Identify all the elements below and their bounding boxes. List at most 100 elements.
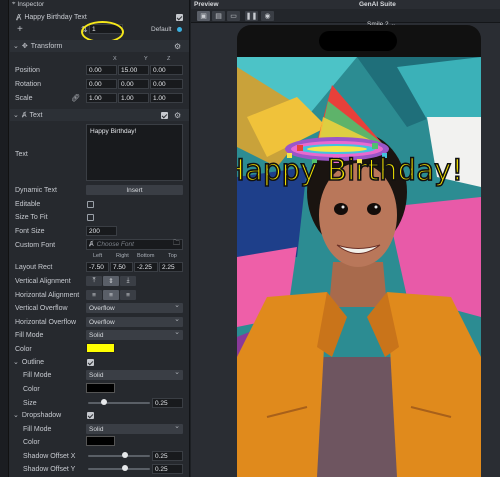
text-value-area[interactable]: Happy Birthday! <box>86 124 183 181</box>
vertical-overflow-label: Vertical Overflow <box>15 304 68 312</box>
folder-icon[interactable]: 🗀︎ <box>173 239 180 250</box>
fill-mode-label: Fill Mode <box>15 331 44 339</box>
rotation-z-input[interactable]: 0.00 <box>150 79 183 89</box>
font-icon: Ⱥ <box>89 241 94 248</box>
text-component-icon: Ⱥ <box>21 111 27 119</box>
camera-scene: Happy Birthday! <box>237 57 481 477</box>
layout-rect-label: Layout Rect <box>15 263 53 271</box>
vertical-overflow-select[interactable]: Overflow <box>86 301 183 313</box>
axis-z-label: Z <box>167 56 171 62</box>
chevron-down-icon[interactable]: ⌄ <box>13 111 19 119</box>
settings-icon[interactable]: ⚙ <box>174 111 181 120</box>
shadow-offset-x-label: Shadow Offset X <box>23 452 76 460</box>
editable-label: Editable <box>15 200 41 208</box>
insert-button[interactable]: Insert <box>86 185 183 195</box>
color-swatch[interactable] <box>86 343 115 353</box>
dropshadow-fill-mode-select[interactable]: Solid <box>86 422 183 434</box>
text-title: Text <box>29 111 43 119</box>
object-name[interactable]: Happy Birthday Text <box>24 14 87 21</box>
rect-bottom-input[interactable]: -2.25 <box>134 262 158 272</box>
outline-size-input[interactable]: 0.25 <box>152 398 183 408</box>
text-header[interactable]: ⌄ Ⱥ Text ⚙ <box>10 109 189 121</box>
rect-right-input[interactable]: 7.50 <box>110 262 133 272</box>
chevron-down-icon[interactable]: ⌄ <box>13 42 19 50</box>
axis-y-label: Y <box>144 56 148 62</box>
fill-mode-select[interactable]: Solid <box>86 328 183 340</box>
phone-notch <box>319 31 397 51</box>
position-y-input[interactable]: 15.00 <box>118 65 149 75</box>
scale-y-input[interactable]: 1.00 <box>118 93 149 103</box>
inspector-icon: ⌖ <box>12 0 16 7</box>
chevron-down-icon[interactable]: ⌄ <box>13 358 19 366</box>
preview-title: Preview <box>194 1 219 8</box>
preview-toolbar: ▣ ▤ ▭ ❚❚ ◉ Smile 2 ⌄ <box>191 9 500 28</box>
screen-share-button[interactable]: ▭ <box>227 11 240 21</box>
preview-panel: Preview GenAI Suite ▣ ▤ ▭ ❚❚ ◉ Smile 2 ⌄ <box>191 0 500 477</box>
editable-checkbox[interactable] <box>87 200 94 208</box>
outline-color-swatch[interactable] <box>86 383 115 393</box>
align-top-button[interactable]: ⤒ <box>86 276 102 286</box>
scene-illustration <box>237 57 481 477</box>
scale-z-input[interactable]: 1.00 <box>150 93 183 103</box>
dropshadow-checkbox[interactable] <box>87 411 94 419</box>
camera-view-button[interactable]: ▣ <box>197 11 210 21</box>
outline-fill-mode-label: Fill Mode <box>23 371 52 379</box>
editable-row: Editable <box>10 198 189 210</box>
scale-x-input[interactable]: 1.00 <box>86 93 117 103</box>
preview-mode-button[interactable]: ▤ <box>212 11 225 21</box>
dropshadow-color-swatch[interactable] <box>86 436 115 446</box>
align-middle-button[interactable]: ⇕ <box>103 276 119 286</box>
outline-fill-mode-select[interactable]: Solid <box>86 368 183 380</box>
shadow-offset-y-thumb[interactable] <box>122 465 128 471</box>
visibility-eye-button[interactable]: ◉ <box>261 11 274 21</box>
rect-bottom-header: Bottom <box>137 253 155 259</box>
align-center-button[interactable]: ≡ <box>103 290 119 300</box>
size-to-fit-label: Size To Fit <box>15 213 48 221</box>
phone-preview[interactable]: Happy Birthday! <box>237 25 481 477</box>
rect-left-input[interactable]: -7.50 <box>86 262 109 272</box>
shadow-offset-y-track[interactable] <box>88 468 150 470</box>
transform-header[interactable]: ⌄ ✥ Transform ⚙ <box>10 40 189 52</box>
horizontal-overflow-select[interactable]: Overflow <box>86 315 183 327</box>
outline-size-track[interactable] <box>88 402 150 404</box>
rotation-y-input[interactable]: 0.00 <box>118 79 149 89</box>
horizontal-alignment-label: Horizontal Alignment <box>15 291 80 299</box>
transform-title: Transform <box>30 42 63 50</box>
dropshadow-header[interactable]: ⌄ Dropshadow <box>10 409 189 421</box>
object-enabled-checkbox[interactable] <box>176 13 183 21</box>
add-icon[interactable]: + <box>17 24 23 35</box>
rect-top-input[interactable]: 2.25 <box>159 262 183 272</box>
shadow-offset-x-input[interactable]: 0.25 <box>152 451 183 461</box>
chevron-down-icon[interactable]: ⌄ <box>13 411 19 419</box>
rotation-x-input[interactable]: 0.00 <box>86 79 117 89</box>
layer-label: Default <box>151 25 172 33</box>
inspector-header: ⌖ Inspector <box>10 0 189 8</box>
shadow-offset-y-input[interactable]: 0.25 <box>152 464 183 474</box>
horizontal-overflow-label: Horizontal Overflow <box>15 318 77 326</box>
text-object-icon: Ⱥ <box>16 12 22 22</box>
inspector-panel: ⌖ Inspector Ⱥ Happy Birthday Text + ⇅ 1 … <box>0 0 190 477</box>
font-size-input[interactable]: 200 <box>86 226 117 236</box>
size-to-fit-checkbox[interactable] <box>87 213 94 221</box>
custom-font-label: Custom Font <box>15 241 56 249</box>
outline-header[interactable]: ⌄ Outline <box>10 356 189 368</box>
settings-icon[interactable]: ⚙ <box>174 42 181 51</box>
text-enabled-checkbox[interactable] <box>161 111 168 119</box>
shadow-offset-x-thumb[interactable] <box>122 452 128 458</box>
layer-status-dot <box>177 26 182 32</box>
pause-button[interactable]: ❚❚ <box>245 11 258 21</box>
align-left-button[interactable]: ≡ <box>86 290 102 300</box>
link-icon[interactable]: 🔗︎ <box>71 94 80 102</box>
position-z-input[interactable]: 0.00 <box>150 65 183 75</box>
align-right-button[interactable]: ≡ <box>120 290 136 300</box>
outline-checkbox[interactable] <box>87 358 94 366</box>
choose-font-field[interactable]: Ⱥ Choose Font 🗀︎ <box>86 239 183 250</box>
dropshadow-title: Dropshadow <box>21 411 62 419</box>
align-bottom-button[interactable]: ⤓ <box>120 276 136 286</box>
rect-right-header: Right <box>116 253 129 259</box>
position-x-input[interactable]: 0.00 <box>86 65 117 75</box>
dropshadow-color-label: Color <box>23 438 40 446</box>
position-label: Position <box>15 66 40 74</box>
shadow-offset-x-track[interactable] <box>88 455 150 457</box>
outline-size-thumb[interactable] <box>101 399 107 405</box>
